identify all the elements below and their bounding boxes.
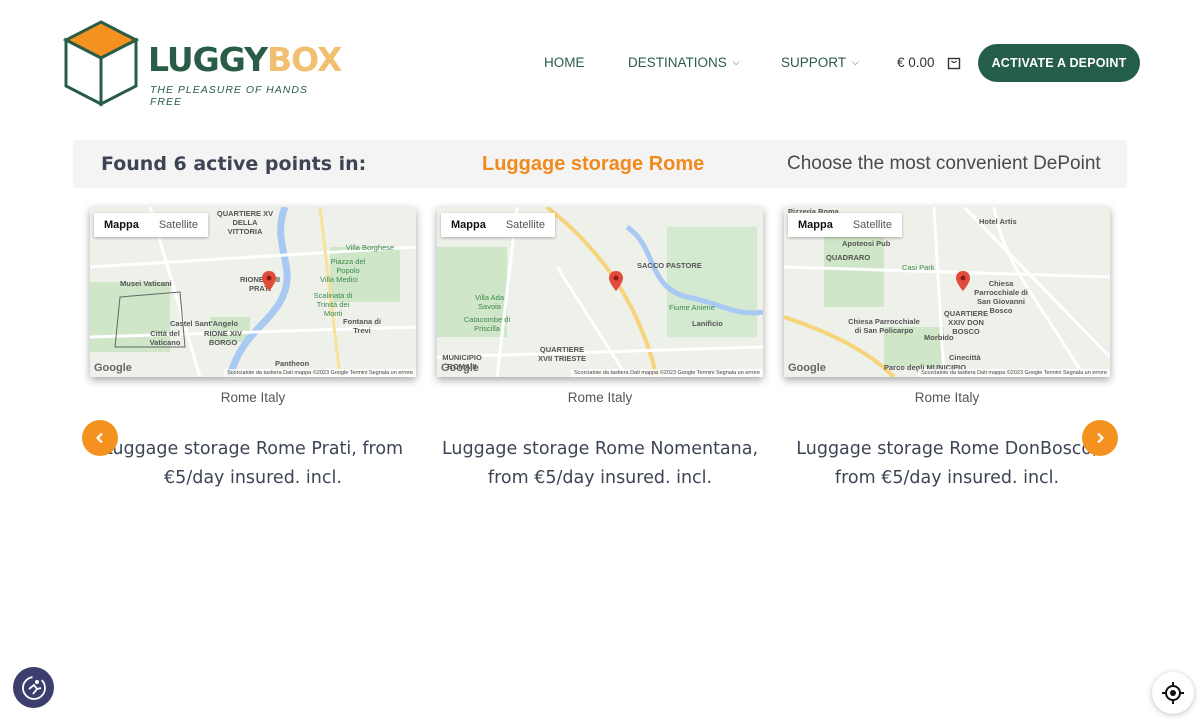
map-type-control: Mappa Satellite: [94, 213, 208, 237]
map-type-satellite-button[interactable]: Satellite: [149, 213, 208, 237]
nav-destinations-label: DESTINATIONS: [628, 55, 727, 70]
carousel-next-button[interactable]: [1082, 420, 1118, 456]
chevron-right-icon: [1097, 432, 1105, 444]
map-place-label: Morbido: [924, 333, 954, 342]
map-place-label: QUADRARO: [826, 253, 871, 262]
map-place-label: Lanificio: [692, 319, 723, 328]
card-location: Rome Italy: [220, 390, 286, 405]
map-place-label: QUARTIERE XVII TRIESTE: [538, 345, 586, 363]
accessibility-icon: [21, 675, 46, 700]
map-embed[interactable]: Pizzeria Roma Hotel Artis Apoteosi Pub Q…: [784, 207, 1110, 377]
google-logo: Google: [788, 362, 826, 374]
map-place-label: QUARTIERE XV DELLA VITTORIA: [216, 209, 274, 236]
map-place-label: Pantheon: [275, 359, 310, 368]
card-location: Rome Italy: [914, 390, 980, 405]
map-place-label: Casi Park: [902, 263, 935, 272]
map-place-label: Fontana di Trevi: [343, 317, 381, 335]
chevron-left-icon: [95, 432, 103, 444]
map-type-map-button[interactable]: Mappa: [94, 213, 149, 237]
map-place-label: Villa Ada Savoia: [474, 293, 505, 311]
nav-home[interactable]: HOME: [544, 55, 585, 70]
logo-tagline: THE PLEASURE OF HANDS FREE: [150, 84, 308, 108]
choose-hint: Choose the most convenient DePoint: [787, 153, 1101, 174]
map-attribution[interactable]: Scorciatoie da tastiera Dati mappa ©2023…: [224, 369, 416, 377]
chevron-down-icon: ⌵: [732, 57, 740, 67]
map-type-map-button[interactable]: Mappa: [441, 213, 496, 237]
card-location: Rome Italy: [567, 390, 633, 405]
locate-me-button[interactable]: [1152, 672, 1194, 714]
map-place-label: Musei Vaticani: [120, 279, 172, 288]
depoint-card[interactable]: QUARTIERE XV DELLA VITTORIA RIONE XXII P…: [90, 207, 416, 493]
map-place-label: Piazza del Popolo: [330, 257, 366, 275]
map-place-label: Villa Medici: [320, 275, 358, 284]
map-place-label: Apoteosi Pub: [842, 239, 891, 248]
map-place-label: Chiesa Parrocchiale di San Policarpo: [848, 317, 920, 335]
card-title[interactable]: Luggage storage Rome DonBosco, from €5/d…: [784, 435, 1110, 493]
card-title[interactable]: Luggage storage Rome Prati, from €5/day …: [90, 435, 416, 493]
map-place-label: Scalinata di Trinità dei Monti: [313, 291, 353, 318]
map-place-label: Catacombe di Priscilla: [463, 315, 511, 333]
map-type-control: Mappa Satellite: [788, 213, 902, 237]
map-place-label: Castel Sant'Angelo: [170, 319, 239, 328]
map-pin-icon[interactable]: [956, 271, 970, 291]
map-place-label: Cinecittà: [949, 353, 981, 362]
shopping-bag-icon: [947, 57, 960, 70]
map-pin-icon[interactable]: [609, 271, 623, 291]
nav-support-label: SUPPORT: [781, 55, 847, 70]
map-pin-icon[interactable]: [262, 271, 276, 291]
results-banner: Found 6 active points in: Luggage storag…: [73, 140, 1127, 188]
nav-support[interactable]: SUPPORT ⌵: [781, 55, 859, 70]
map-place-label: Hotel Artis: [979, 217, 1017, 226]
map-embed[interactable]: SACCO PASTORE Villa Ada Savoia Catacombe…: [437, 207, 763, 377]
card-title[interactable]: Luggage storage Rome Nomentana, from €5/…: [437, 435, 763, 493]
map-type-satellite-button[interactable]: Satellite: [496, 213, 555, 237]
accessibility-button[interactable]: [13, 667, 54, 708]
depoint-card[interactable]: SACCO PASTORE Villa Ada Savoia Catacombe…: [437, 207, 763, 493]
logo-wordmark: LUGGYBOX: [148, 40, 342, 79]
activate-depoint-button[interactable]: ACTIVATE A DEPOINT: [978, 44, 1140, 82]
map-type-satellite-button[interactable]: Satellite: [843, 213, 902, 237]
map-embed[interactable]: QUARTIERE XV DELLA VITTORIA RIONE XXII P…: [90, 207, 416, 377]
cart-total: € 0.00: [897, 55, 935, 70]
google-logo: Google: [94, 362, 132, 374]
nav-home-label: HOME: [544, 55, 585, 70]
map-place-label: RIONE XIV BORGO: [204, 329, 242, 347]
google-logo: Google: [441, 362, 479, 374]
map-place-label: Villa Borghese: [345, 243, 395, 252]
carousel-prev-button[interactable]: [82, 420, 118, 456]
logo-box-icon: [62, 20, 140, 107]
map-place-label: QUARTIERE XXIV DON BOSCO: [943, 309, 989, 336]
map-place-label: Città del Vaticano: [149, 329, 181, 347]
map-place-label: Fiume Aniene: [669, 303, 715, 312]
map-attribution[interactable]: Scorciatoie da tastiera Dati mappa ©2023…: [571, 369, 763, 377]
results-count: Found 6 active points in:: [101, 153, 367, 175]
chevron-down-icon: ⌵: [852, 57, 859, 67]
city-title: Luggage storage Rome: [482, 153, 705, 175]
map-type-map-button[interactable]: Mappa: [788, 213, 843, 237]
depoint-card[interactable]: Pizzeria Roma Hotel Artis Apoteosi Pub Q…: [784, 207, 1110, 493]
cart[interactable]: € 0.00: [897, 55, 961, 70]
map-attribution[interactable]: Scorciatoie da tastiera Dati mappa ©2023…: [918, 369, 1110, 377]
map-type-control: Mappa Satellite: [441, 213, 555, 237]
site-logo[interactable]: LUGGYBOX THE PLEASURE OF HANDS FREE: [60, 18, 342, 110]
map-place-label: SACCO PASTORE: [637, 261, 702, 270]
crosshair-icon: [1162, 682, 1184, 704]
nav-destinations[interactable]: DESTINATIONS ⌵: [628, 55, 740, 70]
